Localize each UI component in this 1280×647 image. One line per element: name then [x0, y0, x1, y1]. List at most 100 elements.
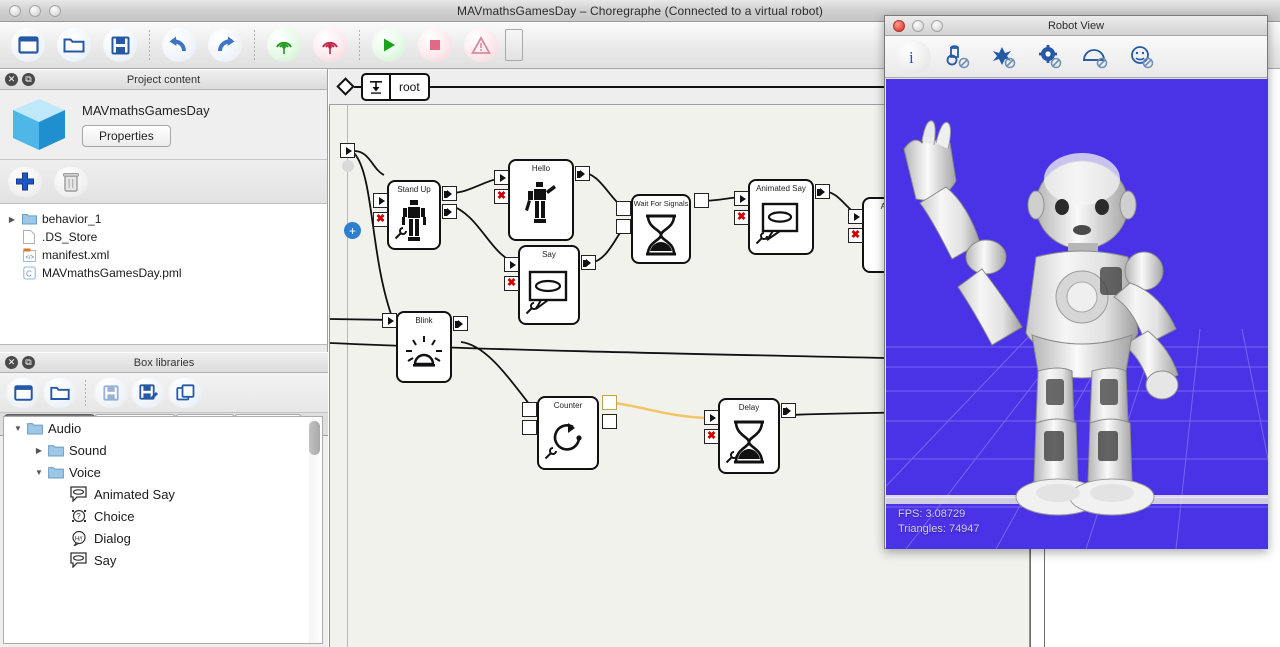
connect-robot-icon[interactable] [262, 27, 306, 63]
wrench-icon[interactable] [525, 302, 539, 320]
undock-panel-icon[interactable]: ⧉ [22, 356, 35, 369]
tree-item-animated-say[interactable]: Animated Say [4, 483, 322, 505]
stop-icon[interactable] [413, 27, 457, 63]
node-label: Counter [539, 401, 597, 410]
tree-item-say[interactable]: Say [4, 549, 322, 571]
robot-view-stats: FPS: 3.08729 Triangles: 74947 [898, 507, 980, 537]
node-animated-say-2-stop-port[interactable]: ✖ [848, 228, 863, 243]
svg-text:?: ? [76, 512, 81, 521]
toolbar-separator [149, 30, 150, 60]
node-stand-up[interactable]: Stand Up [387, 180, 441, 250]
node-delay[interactable]: Delay [718, 398, 780, 474]
node-say-output-port[interactable] [581, 255, 596, 270]
library-scrollbar-thumb[interactable] [309, 421, 320, 455]
sonar-icon[interactable] [1077, 40, 1115, 74]
flow-input-secondary[interactable] [342, 160, 354, 172]
node-wait-for-signals[interactable]: Wait For Signals [631, 194, 691, 264]
tree-item-dialog[interactable]: Hi! Dialog [4, 527, 322, 549]
delete-item-button[interactable] [54, 167, 88, 197]
open-project-icon[interactable] [52, 27, 96, 63]
node-delay-input-port[interactable] [704, 410, 719, 425]
wrench-icon[interactable] [725, 451, 739, 469]
node-blink-output-port[interactable] [453, 316, 468, 331]
box-library-tree[interactable]: ▼ Audio ▶ Sound ▼ [3, 416, 323, 644]
tree-item-choice[interactable]: ? Choice [4, 505, 322, 527]
tree-item-voice[interactable]: ▼ Voice [4, 461, 322, 483]
open-library-icon[interactable] [43, 378, 77, 408]
undock-panel-icon[interactable]: ⧉ [22, 73, 35, 86]
node-delay-stop-port[interactable]: ✖ [704, 429, 719, 444]
node-stand-up-input-port[interactable] [373, 193, 388, 208]
node-animated-say-1-input-port[interactable] [734, 191, 749, 206]
expand-twisty-icon[interactable]: ▶ [31, 446, 47, 455]
duplicate-library-icon[interactable] [168, 378, 202, 408]
node-hello-output-port[interactable] [575, 166, 590, 181]
node-blink-input-port[interactable] [382, 313, 397, 328]
new-library-icon[interactable] [6, 378, 40, 408]
settings-icon[interactable] [1031, 40, 1069, 74]
disconnect-robot-icon[interactable] [308, 27, 352, 63]
node-counter-output-port-2[interactable] [602, 414, 617, 429]
node-animated-say-1[interactable]: Animated Say [748, 179, 814, 255]
robot-view-window[interactable]: Robot View i [884, 15, 1268, 549]
close-panel-icon[interactable]: ✕ [5, 356, 18, 369]
list-item[interactable]: ▶ behavior_1 [4, 210, 327, 228]
face-detect-icon[interactable] [1123, 40, 1161, 74]
node-stand-up-output-port-2[interactable] [442, 204, 457, 219]
node-counter-input-port-2[interactable] [522, 420, 537, 435]
info-icon[interactable]: i [893, 40, 931, 74]
new-project-icon[interactable] [6, 27, 50, 63]
objects-icon[interactable] [939, 40, 977, 74]
node-animated-say-1-output-port[interactable] [815, 184, 830, 199]
project-panel-title: Project content [0, 74, 327, 86]
node-stand-up-stop-port[interactable]: ✖ [373, 212, 388, 227]
node-say-stop-port[interactable]: ✖ [504, 276, 519, 291]
node-blink[interactable]: Blink [396, 311, 452, 383]
add-item-button[interactable] [8, 167, 42, 197]
node-hello-input-port[interactable] [494, 170, 509, 185]
stiffness-icon[interactable] [459, 27, 503, 63]
save-library-as-icon[interactable] [131, 378, 165, 408]
list-item[interactable]: C MAVmathsGamesDay.pml [4, 264, 327, 282]
breadcrumb-root[interactable]: root [361, 73, 430, 101]
node-wait-input-port-1[interactable] [616, 201, 631, 216]
wrench-icon[interactable] [544, 447, 558, 465]
tree-item-audio[interactable]: ▼ Audio [4, 417, 322, 439]
node-counter[interactable]: Counter [537, 396, 599, 470]
add-input-button[interactable]: + [344, 222, 361, 239]
redo-icon[interactable] [203, 27, 247, 63]
node-animated-say-1-stop-port[interactable]: ✖ [734, 210, 749, 225]
undo-icon[interactable] [157, 27, 201, 63]
save-project-icon[interactable] [98, 27, 142, 63]
node-stand-up-output-port-1[interactable] [442, 186, 457, 201]
blank-button[interactable] [505, 29, 523, 61]
node-wait-input-port-2[interactable] [616, 219, 631, 234]
collapse-twisty-icon[interactable]: ▼ [10, 424, 26, 433]
play-icon[interactable] [367, 27, 411, 63]
node-hello[interactable]: Hello [508, 159, 574, 241]
node-animated-say-2-input-port[interactable] [848, 209, 863, 224]
project-file-tree[interactable]: ▶ behavior_1 .DS_Store [0, 204, 327, 345]
joints-icon[interactable] [985, 40, 1023, 74]
properties-button[interactable]: Properties [82, 125, 171, 147]
close-panel-icon[interactable]: ✕ [5, 73, 18, 86]
wrench-icon[interactable] [755, 232, 769, 250]
node-delay-output-port[interactable] [781, 403, 796, 418]
expand-twisty-icon[interactable]: ▶ [4, 215, 20, 224]
node-counter-output-port-1[interactable] [602, 395, 617, 410]
start-diamond-icon [336, 77, 354, 95]
list-item[interactable]: </> manifest.xml [4, 246, 327, 264]
flow-input-port[interactable] [340, 143, 355, 158]
node-say-input-port[interactable] [504, 257, 519, 272]
toolbar-separator [254, 30, 255, 60]
node-wait-output-port[interactable] [694, 193, 709, 208]
list-item[interactable]: .DS_Store [4, 228, 327, 246]
node-hello-stop-port[interactable]: ✖ [494, 189, 509, 204]
wrench-icon[interactable] [394, 227, 408, 245]
node-say[interactable]: Say [518, 245, 580, 325]
tree-item-sound[interactable]: ▶ Sound [4, 439, 322, 461]
save-library-icon[interactable] [94, 378, 128, 408]
robot-3d-scene[interactable]: FPS: 3.08729 Triangles: 74947 [886, 79, 1268, 549]
node-counter-input-port-1[interactable] [522, 402, 537, 417]
collapse-twisty-icon[interactable]: ▼ [31, 468, 47, 477]
